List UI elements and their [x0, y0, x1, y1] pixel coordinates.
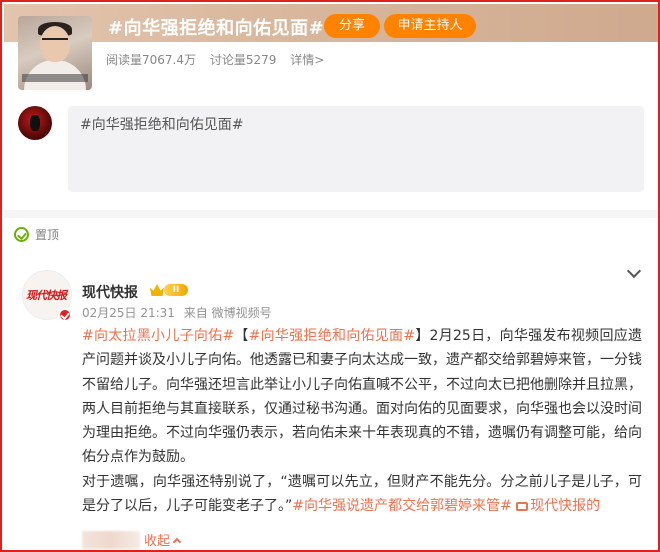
details-link[interactable]: 详情> — [290, 53, 324, 67]
author-name[interactable]: 现代快报 — [82, 282, 138, 302]
hashtag-link[interactable]: #向太拉黑小儿子向佑# — [82, 328, 234, 344]
section-divider — [4, 210, 658, 218]
post-paragraph-2: 对于遗嘱，向华强还特别说了，“遗嘱可以先立，但财产不能先分。分之前儿子是儿子，可… — [82, 470, 642, 519]
topic-stats: 阅读量7067.4万 讨论量5279 详情> — [106, 51, 334, 68]
post-text: #向太拉黑小儿子向佑#【#向华强拒绝和向佑见面#】2月25日，向华强发布视频回应… — [82, 324, 642, 518]
pin-icon — [14, 227, 29, 242]
source-link-label: 现代快报的 — [530, 498, 601, 515]
author-logo: 现代快报 — [26, 289, 67, 302]
topic-title: #向华强拒绝和向佑见面# — [108, 18, 325, 39]
read-count: 阅读量7067.4万 — [106, 53, 196, 67]
pinned-indicator: 置顶 — [14, 226, 59, 243]
share-button[interactable]: 分享 — [324, 14, 380, 38]
post-date[interactable]: 02月25日 21:31 — [82, 306, 175, 320]
apply-host-button[interactable]: 申请主持人 — [384, 14, 476, 38]
pinned-label: 置顶 — [35, 228, 60, 242]
crown-icon — [150, 284, 164, 296]
member-badge[interactable]: II — [150, 282, 188, 298]
bracket-open: 【 — [234, 328, 249, 344]
bracket-close: 】 — [415, 328, 430, 344]
source-link[interactable]: 现代快报的 — [516, 498, 600, 514]
chevron-down-icon[interactable] — [626, 263, 642, 279]
post-meta: 02月25日 21:31 来自 微博视频号 — [82, 304, 277, 321]
hashtag-link[interactable]: #向华强说遗产都交给郭碧婷来管# — [292, 498, 511, 514]
post-source: 来自 微博视频号 — [183, 306, 272, 320]
link-icon — [516, 501, 529, 511]
compose-input[interactable]: #向华强拒绝和向佑见面# — [68, 106, 644, 192]
discussion-count: 讨论量5279 — [209, 53, 277, 67]
current-user-avatar[interactable] — [18, 106, 52, 140]
chevron-up-icon[interactable] — [172, 537, 182, 546]
page-frame: #向华强拒绝和向佑见面# 分享 申请主持人 阅读量7067.4万 讨论量5279… — [0, 0, 660, 552]
member-level: II — [164, 284, 188, 296]
hashtag-link[interactable]: #向华强拒绝和向佑见面# — [249, 328, 415, 344]
collapse-button[interactable]: 收起 — [144, 530, 170, 549]
banner-lower — [4, 42, 658, 94]
topic-thumbnail[interactable] — [18, 16, 92, 90]
blurred-text — [82, 530, 140, 549]
post-paragraph-1: #向太拉黑小儿子向佑#【#向华强拒绝和向佑见面#】2月25日，向华强发布视频回应… — [82, 324, 642, 470]
paragraph-1-text: 2月25日，向华强发布视频回应遗产问题并谈及小儿子向佑。他透露已和妻子向太达成一… — [82, 328, 642, 466]
verified-badge-icon — [58, 308, 72, 322]
collapse-row: 收起 — [82, 530, 182, 549]
